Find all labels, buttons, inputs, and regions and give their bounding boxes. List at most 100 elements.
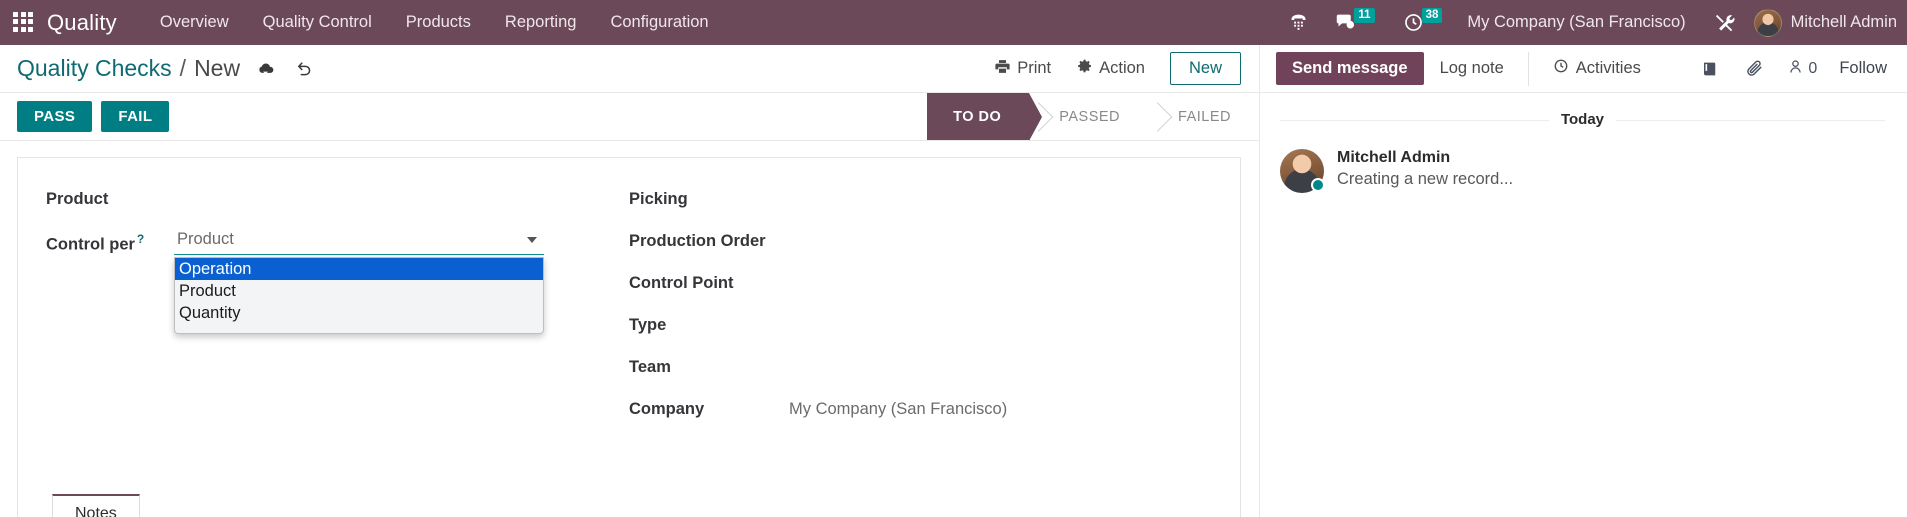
activities-label: Activities (1575, 59, 1641, 77)
message-author: Mitchell Admin (1337, 149, 1451, 166)
field-label-type: Type (629, 316, 667, 334)
nav-item-overview[interactable]: Overview (143, 0, 246, 45)
action-label: Action (1099, 59, 1145, 77)
top-navbar: Quality Overview Quality Control Product… (0, 0, 1907, 45)
stage-failed[interactable]: FAILED (1148, 93, 1259, 140)
field-product: Product (46, 186, 609, 228)
breadcrumb: Quality Checks / New (17, 55, 240, 82)
option-product[interactable]: Product (175, 280, 543, 302)
new-button[interactable]: New (1169, 52, 1241, 85)
action-button[interactable]: Action (1064, 53, 1158, 84)
online-status-dot (1311, 178, 1325, 192)
breadcrumb-separator: / (179, 55, 187, 81)
message-body: Creating a new record... (1337, 170, 1514, 188)
form-sheet: Product Control per? Product Operation P… (17, 157, 1241, 517)
field-team: Team (629, 354, 1212, 396)
control-per-option-list: Operation Product Quantity (174, 257, 544, 334)
stage-to-do[interactable]: TO DO (927, 93, 1043, 141)
field-value-company[interactable]: My Company (San Francisco) (789, 396, 1007, 419)
form-grid: Product Control per? Product Operation P… (18, 186, 1240, 438)
log-note-button[interactable]: Log note (1424, 52, 1520, 85)
day-separator: Today (1280, 111, 1885, 129)
activities-badge: 38 (1421, 8, 1443, 23)
app-body: Quality Checks / New Print Action New PA… (0, 45, 1907, 517)
cloud-upload-icon[interactable] (256, 59, 275, 78)
nav-item-reporting[interactable]: Reporting (488, 0, 594, 45)
send-message-button[interactable]: Send message (1276, 52, 1424, 85)
apps-grid-icon[interactable] (13, 11, 35, 34)
field-label-production-order: Production Order (629, 232, 766, 250)
paperclip-icon[interactable] (1732, 59, 1777, 78)
option-quantity[interactable]: Quantity (175, 302, 543, 324)
nav-item-quality-control[interactable]: Quality Control (246, 0, 389, 45)
control-per-select[interactable]: Product Operation Product Quantity (174, 228, 544, 334)
field-company: Company My Company (San Francisco) (629, 396, 1212, 438)
notebook-tabs: Notes (52, 494, 1240, 517)
field-label-control-per-text: Control per (46, 235, 135, 254)
field-label-product: Product (46, 190, 109, 208)
printer-icon (994, 58, 1011, 80)
sheet-wrapper: Product Control per? Product Operation P… (0, 141, 1259, 517)
print-button[interactable]: Print (981, 53, 1064, 85)
chatter: Send message Log note Activities 0 Follo… (1260, 45, 1907, 517)
message-item: Mitchell Admin Creating a new record... (1280, 149, 1885, 193)
control-per-select-value[interactable]: Product (174, 228, 544, 255)
app-brand-quality[interactable]: Quality (47, 10, 117, 36)
chatter-tools: 0 Follow (1688, 53, 1907, 84)
activities-counter[interactable]: 38 (1403, 8, 1445, 33)
avatar (1280, 149, 1325, 193)
field-input-control-per: Product Operation Product Quantity (174, 228, 609, 334)
user-name: Mitchell Admin (1790, 13, 1897, 31)
field-control-point: Control Point (629, 270, 1212, 312)
day-separator-label: Today (1548, 111, 1617, 128)
follow-button[interactable]: Follow (1827, 53, 1899, 84)
fail-button[interactable]: FAIL (101, 101, 170, 132)
tools-icon[interactable] (1713, 12, 1735, 34)
gear-icon (1077, 58, 1093, 79)
stage-passed[interactable]: PASSED (1029, 93, 1149, 140)
phone-icon[interactable] (1288, 12, 1309, 33)
messages-badge: 11 (1354, 8, 1375, 23)
field-label-team: Team (629, 358, 671, 376)
undo-icon[interactable] (295, 59, 314, 78)
notebook: Notes (18, 494, 1240, 517)
form-column-right: Picking Production Order Control Point T… (629, 186, 1212, 438)
chatter-topbar: Send message Log note Activities 0 Follo… (1260, 45, 1907, 93)
option-operation[interactable]: Operation (175, 258, 543, 280)
followers-count: 0 (1808, 59, 1818, 77)
tab-notes[interactable]: Notes (52, 494, 140, 517)
chatter-divider (1527, 51, 1529, 86)
print-label: Print (1017, 59, 1052, 77)
book-icon[interactable] (1688, 60, 1732, 78)
message-thread: Today Mitchell Admin Creating a new reco… (1260, 93, 1907, 193)
systray: 11 38 My Company (San Francisco) Mitchel… (1275, 8, 1907, 37)
nav-item-products[interactable]: Products (389, 0, 488, 45)
user-menu[interactable]: Mitchell Admin (1753, 8, 1897, 37)
record-actions (256, 59, 314, 78)
field-label-picking: Picking (629, 190, 688, 208)
company-switcher[interactable]: My Company (San Francisco) (1467, 13, 1685, 32)
breadcrumb-root[interactable]: Quality Checks (17, 55, 172, 82)
status-stages: TO DO PASSED FAILED (927, 93, 1259, 141)
followers-counter[interactable]: 0 (1777, 58, 1827, 80)
control-panel: Quality Checks / New Print Action New (0, 45, 1259, 93)
field-production-order: Production Order (629, 228, 1212, 270)
messages-counter[interactable]: 11 (1335, 8, 1376, 33)
form-column-left: Product Control per? Product Operation P… (46, 186, 629, 438)
message-content: Mitchell Admin Creating a new record... (1337, 149, 1513, 193)
pass-button[interactable]: PASS (17, 101, 93, 132)
field-label-control-per: Control per? (46, 228, 174, 255)
statusbar-row: PASS FAIL TO DO PASSED FAILED (0, 93, 1259, 141)
field-label-company: Company (629, 400, 705, 418)
field-type: Type (629, 312, 1212, 354)
help-tooltip-icon[interactable]: ? (137, 232, 144, 246)
breadcrumb-current: New (194, 55, 241, 81)
user-avatar (1753, 8, 1782, 37)
field-picking: Picking (629, 186, 1212, 228)
control-panel-buttons: Print Action New (981, 52, 1241, 85)
person-icon (1787, 58, 1804, 80)
form-view: Quality Checks / New Print Action New PA… (0, 45, 1260, 517)
field-control-per: Control per? Product Operation Product Q… (46, 228, 609, 334)
nav-item-configuration[interactable]: Configuration (593, 0, 725, 45)
activities-button[interactable]: Activities (1537, 51, 1657, 86)
